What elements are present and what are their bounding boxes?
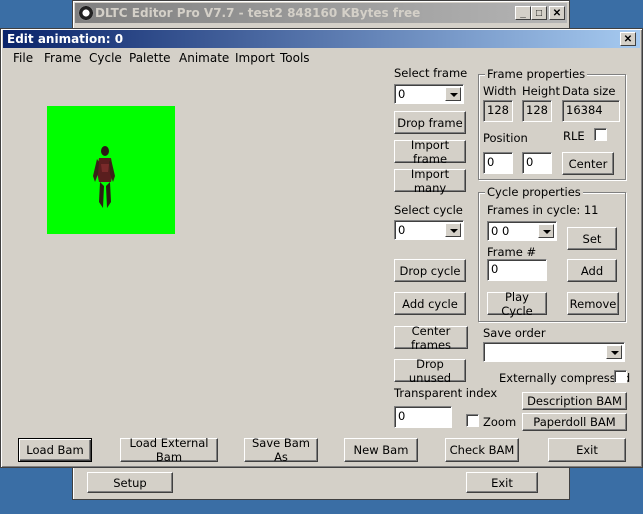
zoom-checkbox[interactable] xyxy=(466,414,479,427)
rle-label: RLE xyxy=(563,129,585,143)
minimize-button[interactable]: _ xyxy=(515,6,531,20)
drop-cycle-button[interactable]: Drop cycle xyxy=(394,259,466,282)
check-bam-button[interactable]: Check BAM xyxy=(445,438,519,462)
frames-in-cycle-label: Frames in cycle: 11 xyxy=(487,203,599,217)
save-order-combo[interactable] xyxy=(483,342,625,362)
chevron-down-icon[interactable] xyxy=(445,87,461,101)
app-icon xyxy=(78,5,94,21)
paperdoll-bam-button[interactable]: Paperdoll BAM xyxy=(522,413,627,431)
load-external-bam-button[interactable]: Load External Bam xyxy=(120,436,218,464)
transparent-index-label: Transparent index xyxy=(394,386,498,400)
menu-import[interactable]: Import xyxy=(235,51,275,65)
width-label: Width xyxy=(483,84,517,98)
set-button[interactable]: Set xyxy=(567,227,617,250)
save-order-label: Save order xyxy=(483,326,546,340)
center-button[interactable]: Center xyxy=(562,152,614,175)
bg-exit-button[interactable]: Exit xyxy=(466,472,538,493)
dialog-title: Edit animation: 0 xyxy=(7,32,124,46)
frame-properties-title: Frame properties xyxy=(485,67,588,81)
maximize-button[interactable]: □ xyxy=(531,6,547,20)
menu-palette[interactable]: Palette xyxy=(129,51,171,65)
transparent-index-field[interactable]: 0 xyxy=(394,406,452,428)
select-frame-combo[interactable]: 0 xyxy=(394,84,464,104)
exit-button[interactable]: Exit xyxy=(548,438,626,462)
drop-unused-button[interactable]: Drop unused xyxy=(394,357,466,385)
height-label: Height xyxy=(522,84,561,98)
chevron-down-icon[interactable] xyxy=(445,223,461,237)
background-window-title: DLTC Editor Pro V7.7 - test2 848160 KByt… xyxy=(95,6,421,20)
datasize-label: Data size xyxy=(562,84,616,98)
dialog-titlebar: Edit animation: 0 ✕ xyxy=(3,30,640,48)
background-window-titlebar: DLTC Editor Pro V7.7 - test2 848160 KByt… xyxy=(75,3,567,23)
add-cycle-button[interactable]: Add cycle xyxy=(394,292,466,315)
frame-number-label: Frame # xyxy=(487,245,537,259)
menu-animate[interactable]: Animate xyxy=(179,51,229,65)
description-bam-button[interactable]: Description BAM xyxy=(522,392,627,410)
play-cycle-button[interactable]: Play Cycle xyxy=(487,290,547,318)
datasize-field: 16384 xyxy=(562,100,620,122)
add-frame-button[interactable]: Add xyxy=(567,259,617,282)
externally-compressed-label: Externally compressed xyxy=(499,371,631,385)
position-y-field[interactable]: 0 xyxy=(522,152,552,174)
frame-number-field[interactable]: 0 xyxy=(487,259,547,281)
menu-file[interactable]: File xyxy=(13,51,33,65)
select-frame-label: Select frame xyxy=(394,66,468,80)
import-frame-button[interactable]: Import frame xyxy=(394,138,466,166)
new-bam-button[interactable]: New Bam xyxy=(344,438,418,462)
chevron-down-icon[interactable] xyxy=(538,224,554,238)
select-cycle-label: Select cycle xyxy=(394,203,463,217)
center-frames-button[interactable]: Center frames xyxy=(394,324,468,352)
height-field: 128 xyxy=(522,100,552,122)
zoom-label: Zoom xyxy=(483,415,517,429)
chevron-down-icon[interactable] xyxy=(606,345,622,359)
position-label: Position xyxy=(483,131,528,145)
import-many-button[interactable]: Import many xyxy=(394,167,466,195)
rle-checkbox[interactable] xyxy=(594,128,607,141)
setup-button[interactable]: Setup xyxy=(87,472,173,493)
save-bam-as-button[interactable]: Save Bam As xyxy=(244,436,318,464)
drop-frame-button[interactable]: Drop frame xyxy=(394,111,466,134)
menu-cycle[interactable]: Cycle xyxy=(89,51,122,65)
dialog-close-button[interactable]: ✕ xyxy=(620,32,636,46)
cycle-properties-title: Cycle properties xyxy=(485,185,583,199)
load-bam-button[interactable]: Load Bam xyxy=(18,438,92,462)
menu-frame[interactable]: Frame xyxy=(44,51,81,65)
remove-button[interactable]: Remove xyxy=(567,292,619,315)
character-sprite xyxy=(93,146,115,208)
bg-close-button[interactable]: ✕ xyxy=(549,6,565,20)
position-x-field[interactable]: 0 xyxy=(483,152,513,174)
menu-tools[interactable]: Tools xyxy=(280,51,310,65)
width-field: 128 xyxy=(483,100,513,122)
frame-preview[interactable] xyxy=(47,106,175,234)
cycle-frames-combo[interactable]: 0 0 xyxy=(487,221,557,241)
select-cycle-combo[interactable]: 0 xyxy=(394,220,464,240)
externally-compressed-checkbox[interactable] xyxy=(614,370,627,383)
